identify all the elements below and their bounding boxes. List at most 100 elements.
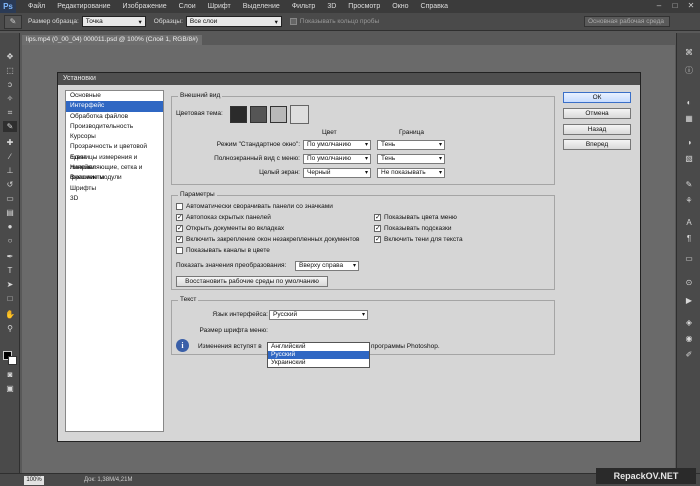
history-brush-icon[interactable]: ↺	[3, 179, 17, 190]
color-panel-icon[interactable]: ◐	[682, 97, 696, 108]
menu-help[interactable]: Справка	[415, 3, 454, 10]
screen-mode-icon[interactable]: ▣	[3, 383, 17, 394]
zoom-field[interactable]: 100%	[24, 475, 44, 485]
ok-button[interactable]: ОК	[563, 92, 631, 103]
healing-tool-icon[interactable]: ✚	[3, 137, 17, 148]
fullscreen-border-select[interactable]: Не показывать ▾	[377, 168, 445, 178]
minimize-button[interactable]: –	[652, 1, 666, 11]
eraser-tool-icon[interactable]: ▭	[3, 193, 17, 204]
close-window-button[interactable]: ✕	[684, 1, 698, 11]
menu-file[interactable]: Файл	[22, 3, 51, 10]
lasso-tool-icon[interactable]: ↄ	[3, 79, 17, 90]
menu-layers[interactable]: Слои	[173, 3, 202, 10]
eyedropper-tool-icon[interactable]: ✎	[3, 121, 17, 132]
cancel-button[interactable]: Отмена	[563, 108, 631, 119]
menu-type[interactable]: Шрифт	[202, 3, 237, 10]
sample-size-select[interactable]: Точка ▾	[81, 16, 146, 27]
tooltips-checkbox[interactable]: ✓	[374, 225, 381, 232]
quick-select-tool-icon[interactable]: ✧	[3, 93, 17, 104]
fullscreen-color-select[interactable]: Черный ▾	[303, 168, 371, 178]
eyedropper-icon[interactable]: ✎	[4, 14, 22, 29]
path-select-icon[interactable]: ➤	[3, 279, 17, 290]
marquee-tool-icon[interactable]: ⬚	[3, 65, 17, 76]
fullscreen-menu-border-select[interactable]: Тень ▾	[377, 154, 445, 164]
styles-panel-icon[interactable]: ▧	[682, 153, 696, 164]
info-panel-icon[interactable]: ⓘ	[682, 65, 696, 76]
open-tabs-checkbox[interactable]: ✓	[176, 225, 183, 232]
menu-window[interactable]: Окно	[386, 3, 414, 10]
language-option-english[interactable]: Английский	[268, 343, 369, 351]
nav-item-type[interactable]: Шрифты	[66, 184, 163, 194]
blur-tool-icon[interactable]: ●	[3, 221, 17, 232]
crop-tool-icon[interactable]: ⌗	[3, 107, 17, 118]
language-option-ukrainian[interactable]: Украинский	[268, 359, 369, 367]
adjustments-panel-icon[interactable]: ◑	[682, 137, 696, 148]
nav-item-3d[interactable]: 3D	[66, 194, 163, 204]
theme-swatch-medium-dark[interactable]	[250, 106, 267, 123]
zoom-tool-icon[interactable]: ⚲	[3, 323, 17, 334]
nav-item-performance[interactable]: Производительность	[66, 122, 163, 132]
auto-collapse-checkbox[interactable]	[176, 203, 183, 210]
paths-panel-icon[interactable]: ✐	[682, 349, 696, 360]
move-tool-icon[interactable]: ✥	[3, 51, 17, 62]
floating-dock-checkbox[interactable]: ✓	[176, 236, 183, 243]
menu-view[interactable]: Просмотр	[342, 3, 386, 10]
type-tool-icon[interactable]: T	[3, 265, 17, 276]
document-info[interactable]: Док: 1,38M/4,21M	[84, 477, 132, 483]
quick-mask-icon[interactable]: ◙	[3, 369, 17, 380]
language-option-russian[interactable]: Русский	[268, 351, 369, 359]
gradient-tool-icon[interactable]: ▤	[3, 207, 17, 218]
nav-item-units[interactable]: Единицы измерения и линейки	[66, 153, 163, 171]
dodge-tool-icon[interactable]: ○	[3, 235, 17, 246]
next-button[interactable]: Вперед	[563, 139, 631, 150]
standard-mode-color-select[interactable]: По умолчанию ▾	[303, 140, 371, 150]
ui-language-select[interactable]: Русский ▾	[269, 310, 368, 320]
layers-panel-icon[interactable]: ◈	[682, 317, 696, 328]
history-panel-icon[interactable]: ⌘	[682, 47, 696, 58]
character-panel-icon[interactable]: A	[682, 217, 696, 228]
notes-panel-icon[interactable]: ▭	[682, 253, 696, 264]
fullscreen-menu-color-select[interactable]: По умолчанию ▾	[303, 154, 371, 164]
menu-edit[interactable]: Редактирование	[51, 3, 116, 10]
reset-workspaces-button[interactable]: Восстановить рабочие среды по умолчанию	[176, 276, 328, 287]
maximize-button[interactable]: □	[668, 1, 682, 11]
nav-item-interface[interactable]: Интерфейс	[66, 101, 163, 112]
theme-swatch-dark[interactable]	[230, 106, 247, 123]
menu-filter[interactable]: Фильтр	[286, 3, 322, 10]
swatches-panel-icon[interactable]: ▦	[682, 113, 696, 124]
nav-item-cursors[interactable]: Курсоры	[66, 132, 163, 142]
menu-colors-checkbox[interactable]: ✓	[374, 214, 381, 221]
brush-panel-icon[interactable]: ✎	[682, 179, 696, 190]
menu-select[interactable]: Выделение	[237, 3, 286, 10]
nav-item-plugins[interactable]: Внешние модули	[66, 173, 163, 183]
timeline-panel-icon[interactable]: ⊙	[682, 277, 696, 288]
show-ring-checkbox[interactable]	[289, 18, 297, 25]
nav-item-general[interactable]: Основные	[66, 91, 163, 101]
stamp-tool-icon[interactable]: ⊥	[3, 165, 17, 176]
pen-tool-icon[interactable]: ✒	[3, 251, 17, 262]
document-tab[interactable]: lips.mp4 (0_00_04) 000011.psd @ 100% (Сл…	[22, 35, 202, 45]
nav-item-guides[interactable]: Направляющие, сетка и фрагменты	[66, 163, 163, 181]
shape-tool-icon[interactable]: □	[3, 293, 17, 304]
menu-image[interactable]: Изображение	[117, 3, 173, 10]
text-shadow-checkbox[interactable]: ✓	[374, 236, 381, 243]
paragraph-panel-icon[interactable]: ¶	[682, 233, 696, 244]
background-color-swatch[interactable]	[8, 356, 17, 365]
transform-values-select[interactable]: Вверху справа ▾	[295, 261, 359, 271]
menu-3d[interactable]: 3D	[321, 3, 342, 10]
theme-swatch-light[interactable]	[290, 105, 309, 124]
standard-mode-border-select[interactable]: Тень ▾	[377, 140, 445, 150]
hand-tool-icon[interactable]: ✋	[3, 309, 17, 320]
sample-select[interactable]: Все слои ▾	[185, 16, 282, 27]
actions-panel-icon[interactable]: ▶	[682, 295, 696, 306]
nav-item-transparency[interactable]: Прозрачность и цветовой охват	[66, 142, 163, 160]
nav-item-file-handling[interactable]: Обработка файлов	[66, 112, 163, 122]
autoshow-panels-checkbox[interactable]: ✓	[176, 214, 183, 221]
theme-swatch-medium-light[interactable]	[270, 106, 287, 123]
workspace-select[interactable]: Основная рабочая среда	[584, 16, 670, 27]
prev-button[interactable]: Назад	[563, 124, 631, 135]
channels-panel-icon[interactable]: ◉	[682, 333, 696, 344]
clone-source-icon[interactable]: ⚘	[682, 195, 696, 206]
channels-color-checkbox[interactable]	[176, 247, 183, 254]
brush-tool-icon[interactable]: ∕	[3, 151, 17, 162]
